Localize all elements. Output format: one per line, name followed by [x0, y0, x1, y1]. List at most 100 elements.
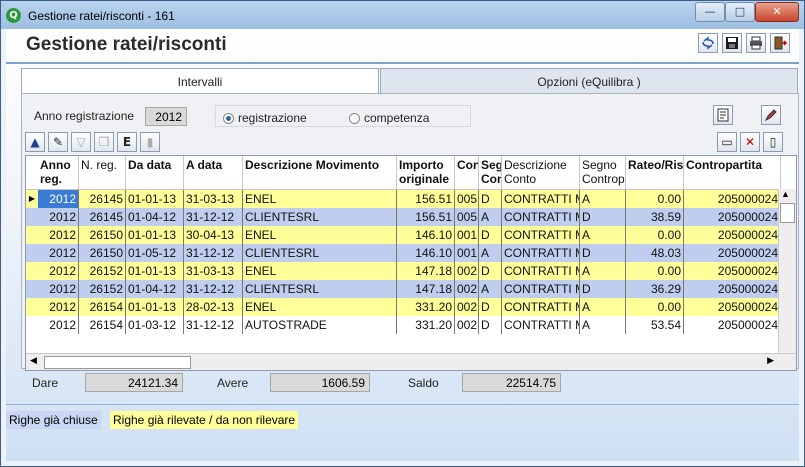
cell-segnocp[interactable]: A [580, 262, 626, 280]
cell-conto[interactable]: 002 [455, 298, 479, 316]
cell-segno[interactable]: D [479, 316, 502, 334]
ratei-grid[interactable]: Anno reg. N. reg. Da data A data Descriz… [25, 155, 797, 371]
cell-conto[interactable]: 001 [455, 244, 479, 262]
cell-anno[interactable]: 2012 [38, 316, 79, 334]
cell-da[interactable]: 01-01-13 [126, 226, 184, 244]
window-view-button[interactable]: ▭ [717, 132, 737, 152]
cell-rateo[interactable]: 0.00 [626, 262, 684, 280]
cell-anno[interactable]: 2012 [38, 208, 79, 226]
col-contropartita[interactable]: Contropartita [684, 156, 781, 189]
tab-intervalli[interactable]: Intervalli [21, 68, 379, 94]
cell-da[interactable]: 01-05-12 [126, 244, 184, 262]
col-rateo[interactable]: Rateo/Risconto [626, 156, 684, 189]
cell-descconto[interactable]: CONTRATTI MANUTENZIONE [502, 316, 580, 334]
notes-button[interactable] [713, 105, 733, 125]
cell-importo[interactable]: 331.20 [397, 316, 455, 334]
cell-desc[interactable]: CLIENTESRL [243, 208, 397, 226]
cell-conto[interactable]: 002 [455, 316, 479, 334]
cell-a[interactable]: 31-12-12 [184, 244, 243, 262]
cell-rateo[interactable]: 53.54 [626, 316, 684, 334]
cell-desc[interactable]: CLIENTESRL [243, 280, 397, 298]
delete-button[interactable]: ✕ [740, 132, 760, 152]
col-segno-conto[interactable]: Segno Conto [479, 156, 502, 189]
cell-descconto[interactable]: CONTRATTI MANUTENZIONE [502, 280, 580, 298]
col-importo[interactable]: Importo originale [397, 156, 455, 189]
cell-desc[interactable]: ENEL [243, 298, 397, 316]
row-selector[interactable] [26, 226, 38, 244]
cell-a[interactable]: 31-12-12 [184, 316, 243, 334]
cell-segnocp[interactable]: A [580, 298, 626, 316]
exit-button[interactable] [770, 33, 790, 53]
cell-nreg[interactable]: 26145 [79, 208, 126, 226]
edit-rows-button[interactable]: ✎ [48, 132, 68, 152]
cell-anno[interactable]: 2012 [38, 262, 79, 280]
cell-segnocp[interactable]: A [580, 226, 626, 244]
table-row[interactable]: 2012 26152 01-01-13 31-03-13 ENEL 147.18 002 D C… [26, 262, 781, 280]
cell-cp[interactable]: 205000024 [684, 244, 781, 262]
row-selector[interactable] [26, 244, 38, 262]
col-nreg[interactable]: N. reg. [79, 156, 126, 189]
cell-desc[interactable]: ENEL [243, 190, 397, 208]
cell-anno[interactable]: 2012 [38, 244, 79, 262]
cell-da[interactable]: 01-01-13 [126, 298, 184, 316]
cell-importo[interactable]: 147.18 [397, 262, 455, 280]
cell-cp[interactable]: 205000024 [684, 298, 781, 316]
cell-segnocp[interactable]: A [580, 190, 626, 208]
cell-segnocp[interactable]: D [580, 208, 626, 226]
close-button[interactable]: ✕ [755, 2, 799, 22]
table-row[interactable]: 2012 26152 01-04-12 31-12-12 CLIENTESRL 147.1… [26, 280, 781, 298]
row-selector[interactable] [26, 280, 38, 298]
cell-a[interactable]: 30-04-13 [184, 226, 243, 244]
export-excel-button[interactable]: E [117, 132, 137, 152]
cell-cp[interactable]: 205000024 [684, 226, 781, 244]
cell-conto[interactable]: 002 [455, 262, 479, 280]
cell-rateo[interactable]: 0.00 [626, 226, 684, 244]
cell-importo[interactable]: 146.10 [397, 244, 455, 262]
cell-segnocp[interactable]: D [580, 280, 626, 298]
cell-anno[interactable]: 2012 [38, 190, 79, 208]
save-button[interactable] [722, 33, 742, 53]
table-row[interactable]: ▶ 2012 26145 01-01-13 31-03-13 ENEL 156.51 005 D… [26, 190, 781, 208]
cell-anno[interactable]: 2012 [38, 226, 79, 244]
vertical-scrollbar[interactable]: ▲ [778, 189, 796, 354]
cell-segno[interactable]: A [479, 280, 502, 298]
horizontal-scroll-thumb[interactable] [44, 356, 191, 369]
cell-conto[interactable]: 001 [455, 226, 479, 244]
cell-rateo[interactable]: 0.00 [626, 190, 684, 208]
scroll-left-icon[interactable]: ◀ [30, 355, 37, 366]
cell-descconto[interactable]: CONTRATTI MANUTENZIONE [502, 226, 580, 244]
copy-button[interactable]: ❐ [94, 132, 114, 152]
move-up-button[interactable]: ▲ [25, 132, 45, 152]
scroll-right-icon[interactable]: ▶ [767, 355, 774, 366]
cell-nreg[interactable]: 26152 [79, 262, 126, 280]
cell-da[interactable]: 01-04-12 [126, 280, 184, 298]
radio-registrazione[interactable] [223, 113, 234, 124]
horizontal-scrollbar[interactable]: ◀ ▶ [26, 353, 796, 370]
lock-button[interactable]: ▮ [140, 132, 160, 152]
filter-button[interactable]: ▽ [71, 132, 91, 152]
col-anno[interactable]: Anno reg. [38, 156, 79, 189]
cell-desc[interactable]: AUTOSTRADE [243, 316, 397, 334]
maximize-button[interactable]: □ [725, 2, 755, 22]
cell-nreg[interactable]: 26154 [79, 316, 126, 334]
cell-cp[interactable]: 205000024 [684, 208, 781, 226]
col-da-data[interactable]: Da data [126, 156, 184, 189]
cell-importo[interactable]: 156.51 [397, 208, 455, 226]
cell-rateo[interactable]: 38.59 [626, 208, 684, 226]
cell-anno[interactable]: 2012 [38, 298, 79, 316]
table-row[interactable]: 2012 26154 01-01-13 28-02-13 ENEL 331.20 002 D C… [26, 298, 781, 316]
cell-a[interactable]: 31-12-12 [184, 280, 243, 298]
cell-importo[interactable]: 156.51 [397, 190, 455, 208]
edit-button[interactable] [761, 105, 781, 125]
cell-da[interactable]: 01-03-12 [126, 316, 184, 334]
cell-nreg[interactable]: 26150 [79, 244, 126, 262]
cell-cp[interactable]: 205000024 [684, 280, 781, 298]
cell-segno[interactable]: D [479, 226, 502, 244]
col-a-data[interactable]: A data [184, 156, 243, 189]
cell-da[interactable]: 01-01-13 [126, 190, 184, 208]
table-row[interactable]: 2012 26150 01-05-12 31-12-12 CLIENTESRL 146.1… [26, 244, 781, 262]
cell-importo[interactable]: 146.10 [397, 226, 455, 244]
cell-descconto[interactable]: CONTRATTI MANUTENZIONE [502, 208, 580, 226]
cell-segno[interactable]: A [479, 244, 502, 262]
cell-segnocp[interactable]: D [580, 244, 626, 262]
